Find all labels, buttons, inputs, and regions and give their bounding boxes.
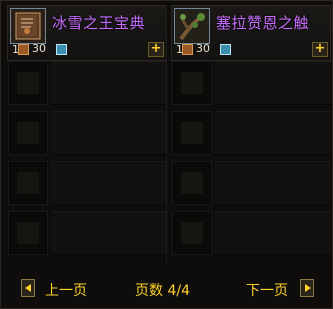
row-bar bbox=[215, 161, 331, 205]
row-bar bbox=[51, 161, 167, 205]
column-left: 冰雪之王宝典 1 30 + bbox=[7, 5, 167, 259]
empty-row bbox=[7, 111, 167, 159]
add-button[interactable]: + bbox=[312, 42, 328, 57]
empty-slot[interactable] bbox=[172, 61, 212, 105]
add-button[interactable]: + bbox=[148, 42, 164, 57]
chest-icon bbox=[18, 44, 29, 55]
chest-icon bbox=[182, 44, 193, 55]
page-indicator: 页数 4/4 bbox=[135, 283, 190, 299]
branch-icon[interactable] bbox=[174, 8, 210, 44]
empty-row bbox=[171, 211, 331, 259]
row-bar bbox=[215, 61, 331, 105]
item-name: 冰雪之王宝典 bbox=[52, 14, 146, 32]
row-bar bbox=[51, 61, 167, 105]
arrow-left-icon bbox=[25, 284, 31, 292]
empty-slot[interactable] bbox=[8, 111, 48, 155]
empty-slot[interactable] bbox=[172, 211, 212, 255]
prev-page-label[interactable]: 上一页 bbox=[45, 280, 87, 300]
next-page-label[interactable]: 下一页 bbox=[246, 280, 288, 300]
item-cost: 30 bbox=[32, 42, 46, 55]
row-bar bbox=[51, 211, 167, 255]
empty-slot[interactable] bbox=[172, 111, 212, 155]
pager: 上一页 页数 4/4 下一页 bbox=[1, 273, 332, 307]
vendor-window: 冰雪之王宝典 1 30 + 塞拉赞恩之触 1 30 + 上一页 页数 4/4 下… bbox=[0, 0, 333, 309]
empty-row bbox=[171, 111, 331, 159]
empty-row bbox=[7, 211, 167, 259]
empty-row bbox=[171, 161, 331, 209]
empty-row bbox=[171, 61, 331, 109]
empty-slot[interactable] bbox=[8, 161, 48, 205]
prev-page-button[interactable] bbox=[21, 279, 35, 297]
crystal-icon bbox=[220, 44, 231, 55]
item-card-2[interactable]: 塞拉赞恩之触 1 30 + bbox=[171, 5, 331, 61]
empty-row bbox=[7, 161, 167, 209]
empty-slot[interactable] bbox=[8, 61, 48, 105]
row-bar bbox=[51, 111, 167, 155]
column-right: 塞拉赞恩之触 1 30 + bbox=[171, 5, 331, 259]
item-cost: 30 bbox=[196, 42, 210, 55]
column-divider bbox=[166, 5, 167, 263]
empty-slot[interactable] bbox=[172, 161, 212, 205]
next-page-button[interactable] bbox=[300, 279, 314, 297]
book-icon[interactable] bbox=[10, 8, 46, 44]
empty-slot[interactable] bbox=[8, 211, 48, 255]
item-name: 塞拉赞恩之触 bbox=[216, 14, 310, 32]
arrow-right-icon bbox=[305, 284, 311, 292]
row-bar bbox=[215, 111, 331, 155]
row-bar bbox=[215, 211, 331, 255]
crystal-icon bbox=[56, 44, 67, 55]
item-card-1[interactable]: 冰雪之王宝典 1 30 + bbox=[7, 5, 167, 61]
empty-row bbox=[7, 61, 167, 109]
